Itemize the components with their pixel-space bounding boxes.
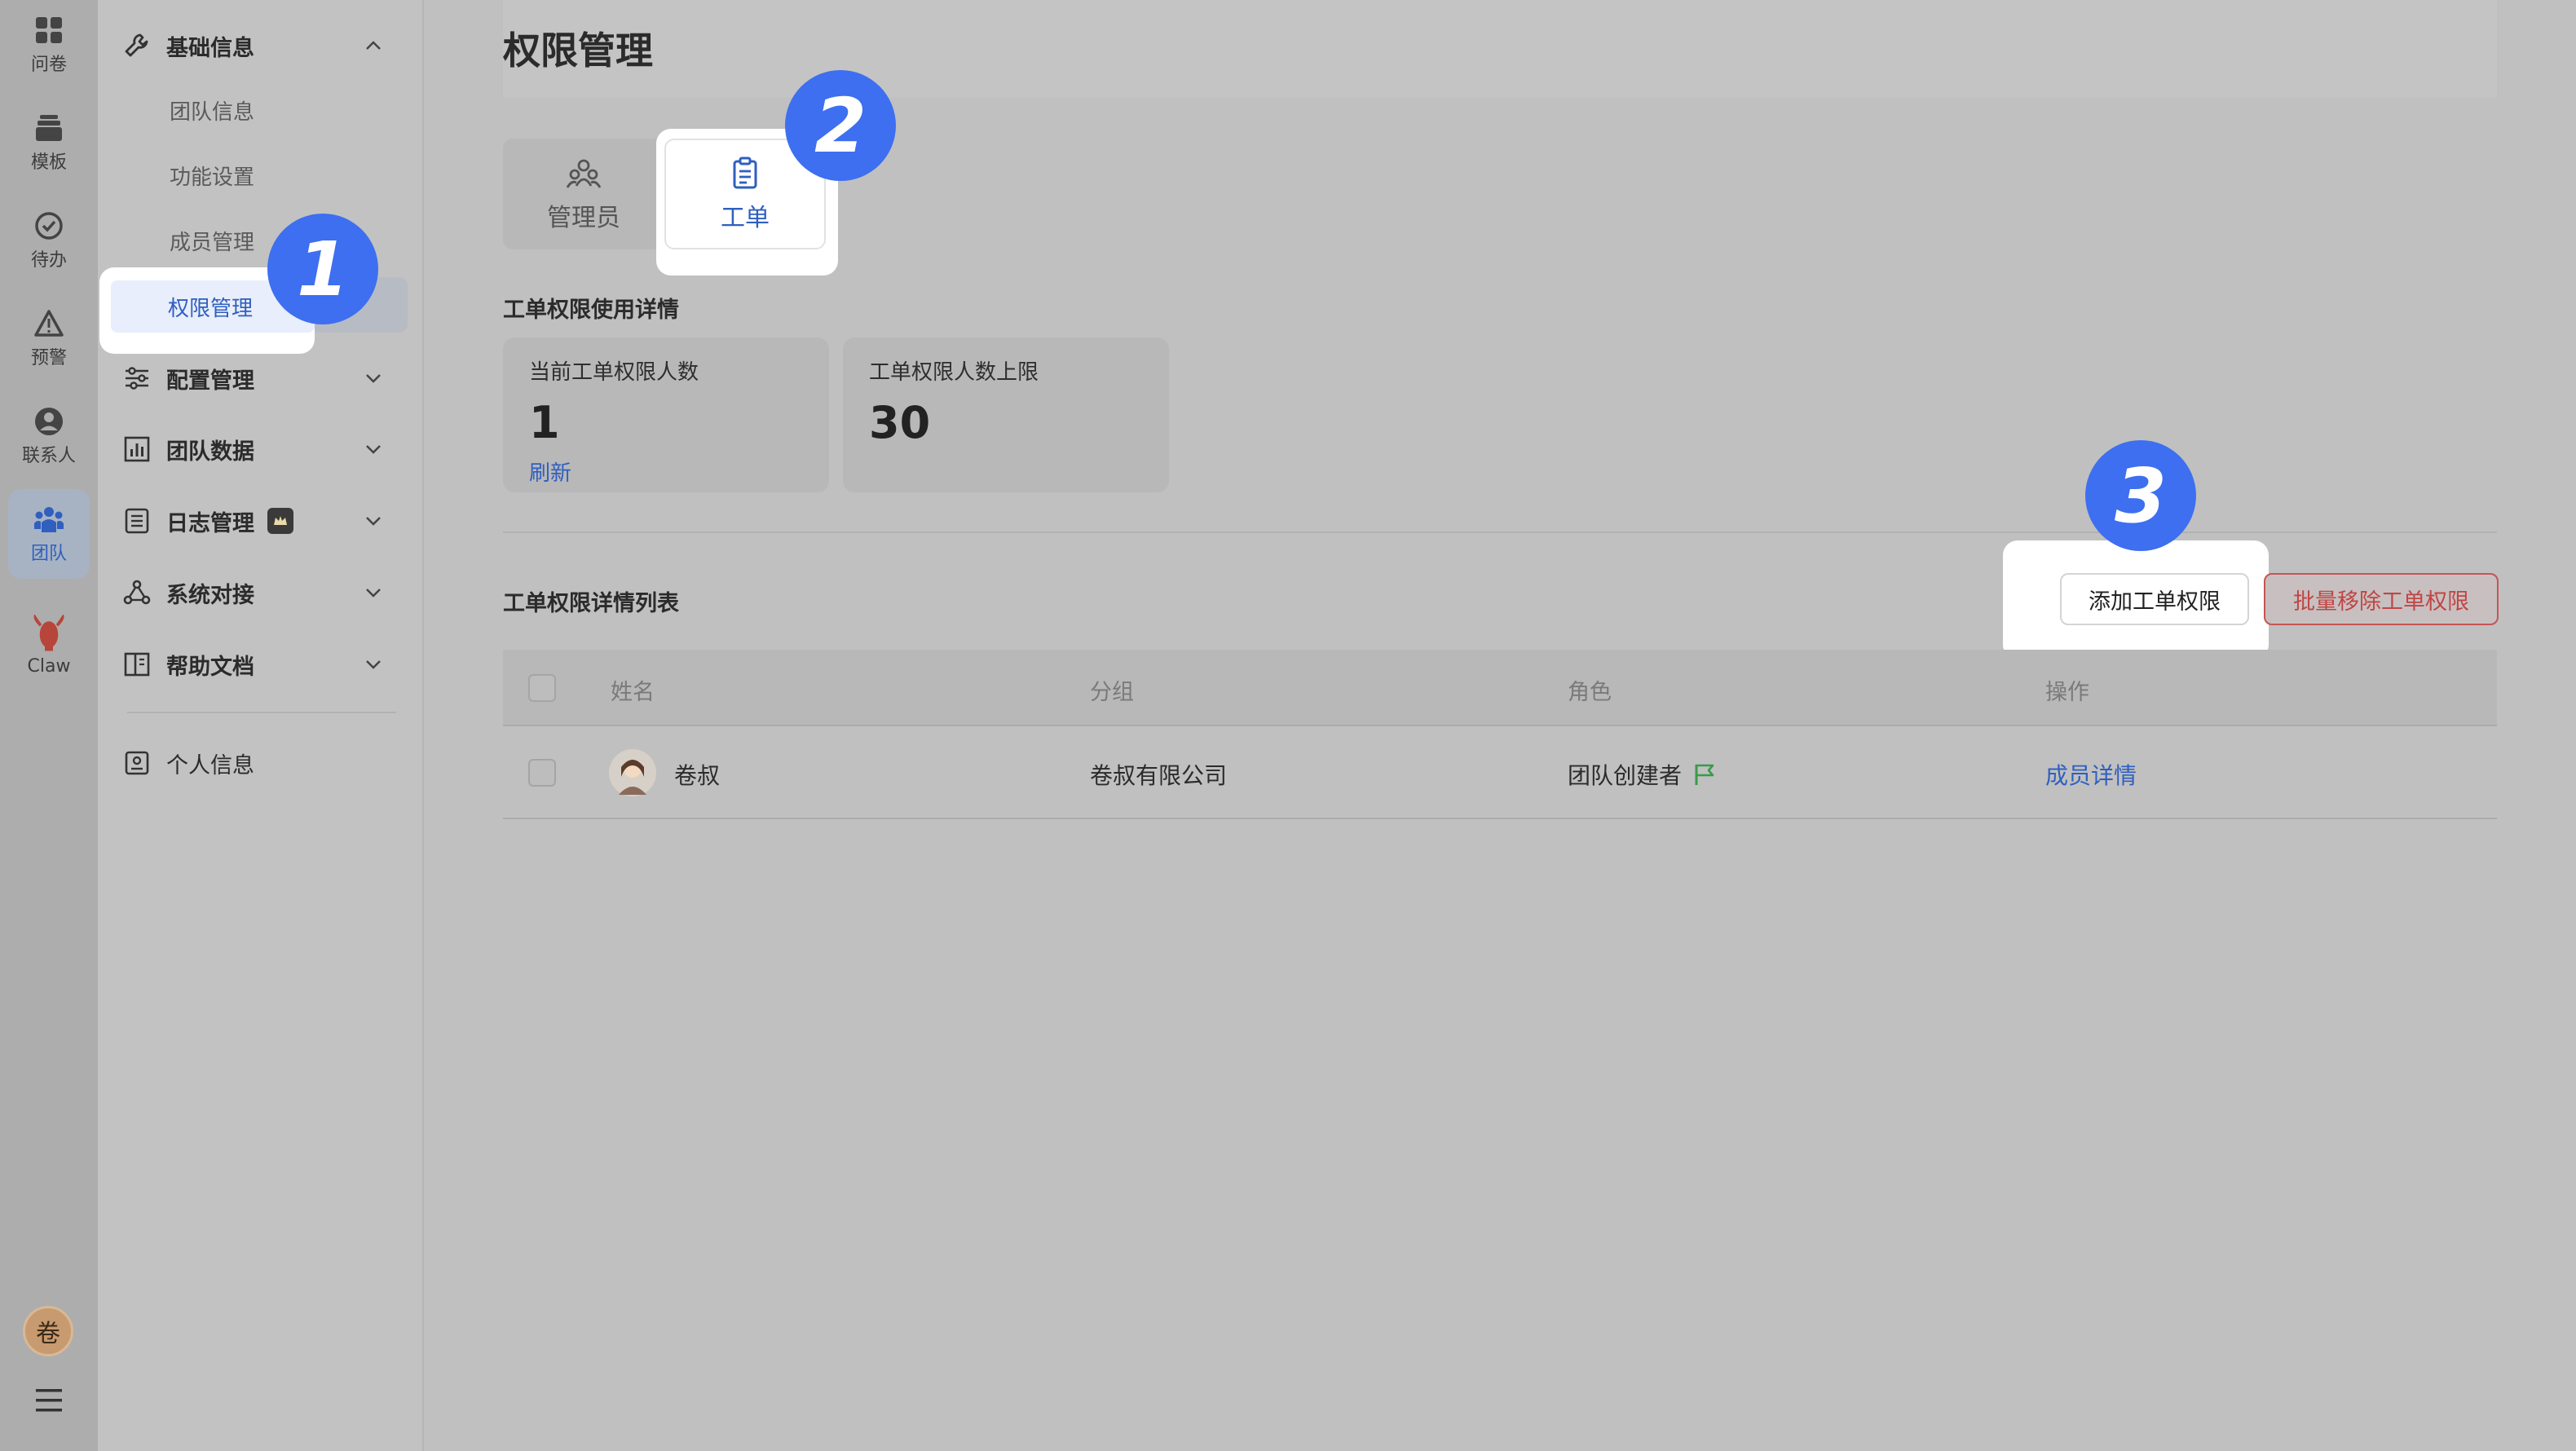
table-header: 姓名 分组 角色 操作 (503, 650, 2497, 726)
sidebar-group-label: 个人信息 (166, 752, 254, 778)
sidebar-group-label: 基础信息 (166, 35, 254, 61)
sidebar-group-label: 系统对接 (166, 582, 254, 608)
add-ticket-permission-button[interactable]: 添加工单权限 (2060, 573, 2249, 625)
step-badge-2: 2 (785, 70, 896, 181)
rail-item-alert[interactable]: 预警 (8, 293, 90, 383)
admin-group-icon (566, 159, 602, 188)
sliders-icon (126, 367, 148, 390)
lobster-icon (33, 614, 64, 651)
step-badge-3: 3 (2085, 440, 2196, 551)
stat-card-current: 当前工单权限人数 1 刷新 (503, 337, 829, 492)
table-row: 卷叔 卷叔有限公司 团队创建者 成员详情 (503, 728, 2497, 819)
sidebar-group-help[interactable]: 帮助文档 (122, 640, 399, 689)
rail-label: 联系人 (21, 446, 76, 466)
rail-label: 问卷 (30, 55, 67, 75)
chevron-down-icon (366, 445, 381, 454)
sidebar: 基础信息 团队信息 功能设置 成员管理 配置管理 团队数据 日志管理 系统对接 … (98, 0, 424, 1451)
rail-label: 预警 (30, 348, 67, 368)
rail-label: 待办 (30, 250, 67, 271)
sidebar-group-basic[interactable]: 基础信息 (122, 21, 399, 70)
column-header-group: 分组 (1090, 680, 1134, 705)
rail-item-template[interactable]: 模板 (8, 98, 90, 187)
template-icon (36, 115, 62, 141)
member-role: 团队创建者 (1568, 762, 1683, 789)
column-header-name: 姓名 (611, 680, 655, 705)
select-all-checkbox[interactable] (528, 674, 556, 702)
row-checkbox[interactable] (528, 759, 556, 787)
step-badge-1: 1 (267, 214, 378, 324)
usage-section-title: 工单权限使用详情 (503, 298, 679, 323)
chevron-up-icon (366, 41, 381, 50)
member-avatar (609, 749, 656, 796)
sidebar-group-data[interactable]: 团队数据 (122, 425, 399, 474)
batch-remove-permission-button[interactable]: 批量移除工单权限 (2264, 573, 2499, 625)
network-icon (123, 580, 151, 605)
refresh-link[interactable]: 刷新 (529, 456, 803, 487)
section-divider (503, 531, 2497, 533)
sidebar-group-label: 团队数据 (166, 439, 254, 465)
wrench-icon (125, 33, 148, 57)
tab-label: 工单 (721, 204, 770, 232)
vip-crown-icon (267, 508, 293, 534)
check-circle-icon (35, 212, 63, 240)
book-icon (124, 652, 150, 677)
rail-label: 团队 (30, 544, 67, 564)
chevron-down-icon (366, 374, 381, 383)
sidebar-group-label: 配置管理 (166, 368, 254, 394)
sidebar-group-label: 日志管理 (166, 510, 254, 536)
sidebar-item-members[interactable]: 成员管理 (170, 226, 254, 256)
column-header-action: 操作 (2045, 680, 2089, 705)
rail-item-team[interactable]: 团队 (8, 489, 90, 579)
chevron-down-icon (366, 589, 381, 598)
sidebar-item-team-info[interactable]: 团队信息 (170, 95, 254, 126)
person-icon (35, 408, 63, 435)
column-header-role: 角色 (1568, 680, 1612, 705)
icon-rail: 问卷 模板 待办 预警 联系人 团队 Claw 卷 (0, 0, 98, 1451)
tab-label: 管理员 (547, 204, 620, 232)
sidebar-divider (127, 712, 396, 713)
title-band (503, 0, 2497, 98)
list-section-title: 工单权限详情列表 (503, 591, 679, 616)
user-avatar[interactable]: 卷 (23, 1306, 73, 1356)
sidebar-group-system[interactable]: 系统对接 (122, 568, 399, 617)
sidebar-item-features[interactable]: 功能设置 (170, 161, 254, 191)
bar-chart-icon (124, 436, 150, 462)
rail-item-survey[interactable]: 问卷 (8, 0, 90, 90)
sidebar-item-label: 权限管理 (168, 297, 254, 321)
chevron-down-icon (366, 517, 381, 526)
log-list-icon (125, 508, 149, 534)
page-title: 权限管理 (503, 29, 653, 73)
tab-admin[interactable]: 管理员 (503, 139, 664, 249)
rail-item-contacts[interactable]: 联系人 (8, 391, 90, 481)
member-name: 卷叔 (674, 762, 721, 789)
stat-value: 1 (529, 397, 560, 448)
rail-label: 模板 (30, 152, 67, 173)
clipboard-icon (733, 157, 757, 189)
stat-card-limit: 工单权限人数上限 30 (843, 337, 1169, 492)
profile-card-icon (125, 751, 149, 775)
member-detail-link[interactable]: 成员详情 (2045, 758, 2137, 791)
warning-icon (34, 310, 64, 337)
stat-label: 当前工单权限人数 (529, 360, 699, 385)
sidebar-item-personal[interactable]: 个人信息 (122, 739, 399, 787)
flag-icon (1695, 764, 1714, 785)
sidebar-group-config[interactable]: 配置管理 (122, 354, 399, 403)
stat-label: 工单权限人数上限 (869, 360, 1039, 385)
member-group: 卷叔有限公司 (1090, 762, 1228, 789)
stat-value: 30 (869, 397, 931, 448)
sidebar-group-log[interactable]: 日志管理 (122, 496, 399, 545)
chevron-down-icon (366, 660, 381, 669)
sidebar-group-label: 帮助文档 (166, 654, 254, 680)
grid-icon (36, 17, 62, 43)
rail-item-claw[interactable]: Claw (8, 595, 90, 693)
rail-item-todo[interactable]: 待办 (8, 196, 90, 285)
team-icon (34, 507, 64, 532)
rail-label: Claw (27, 655, 71, 677)
hamburger-menu-icon[interactable] (33, 1386, 65, 1415)
